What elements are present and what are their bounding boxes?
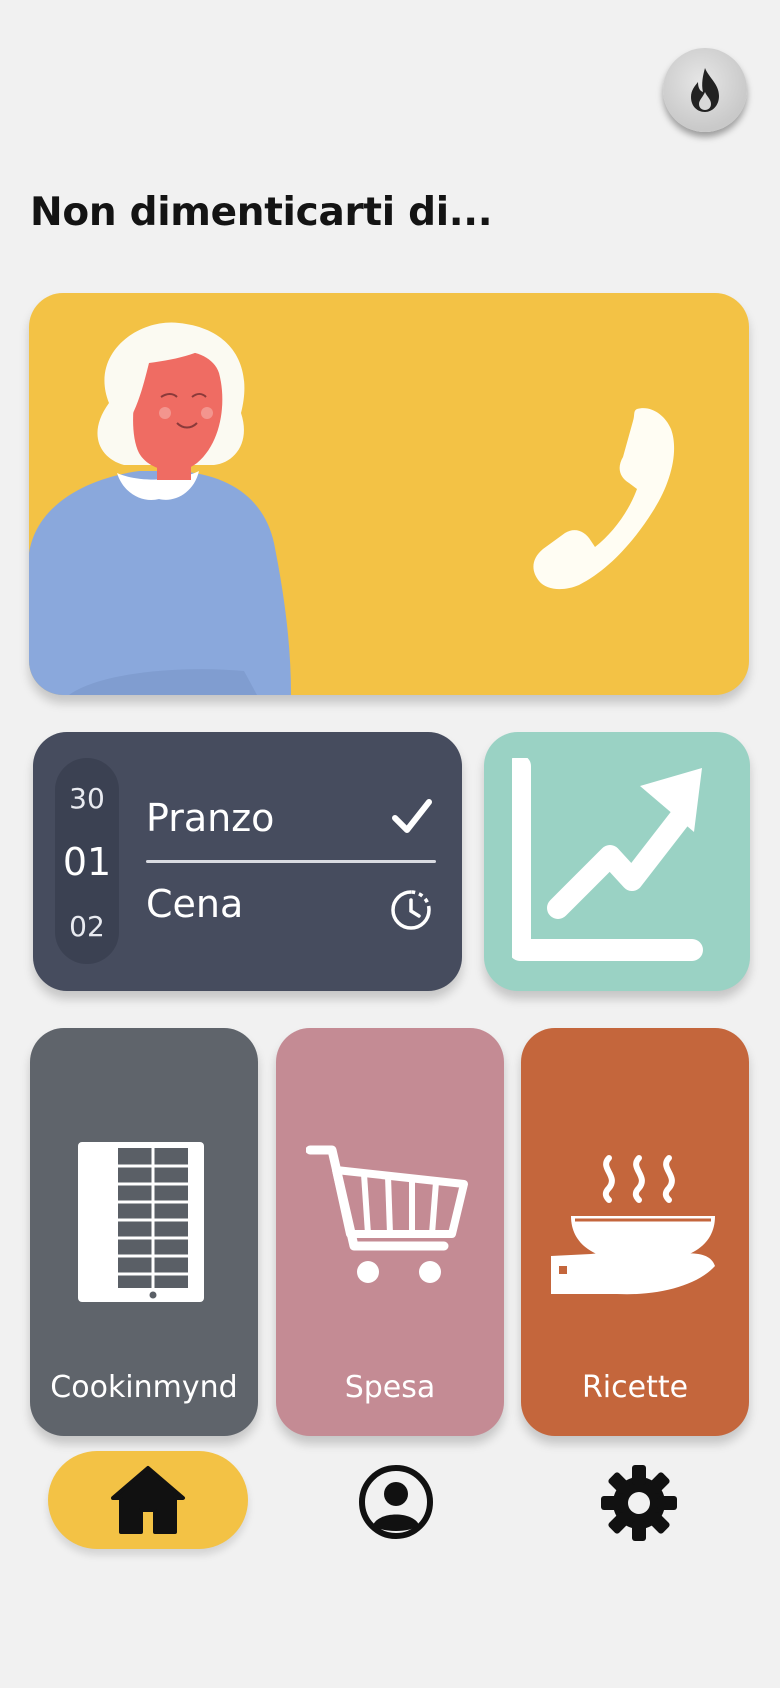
tile-ricette[interactable]: Ricette — [521, 1028, 749, 1436]
tile-label-ricette: Ricette — [581, 1370, 689, 1405]
meal-label-dinner: Cena — [146, 882, 244, 926]
tile-label-cookinmynd: Cookinmynd — [50, 1370, 238, 1405]
tile-spesa[interactable]: Spesa — [276, 1028, 504, 1436]
date-prev[interactable]: 30 — [55, 782, 119, 815]
nav-settings-button[interactable] — [598, 1462, 680, 1544]
tablet-icon — [78, 1142, 204, 1302]
nav-profile-button[interactable] — [356, 1462, 436, 1542]
phone-icon[interactable] — [529, 403, 689, 593]
page-title: Non dimenticarti di... — [30, 190, 493, 235]
meal-tracker-card[interactable]: 30 01 02 Pranzo Cena — [33, 732, 462, 991]
flame-button[interactable] — [663, 48, 747, 132]
serving-dish-icon — [551, 1155, 715, 1295]
tile-cookinmynd[interactable]: Cookinmynd — [30, 1028, 258, 1436]
progress-stats-card[interactable] — [484, 732, 750, 991]
tile-label-spesa: Spesa — [344, 1370, 436, 1405]
grandmother-illustration — [29, 322, 291, 695]
shopping-cart-icon — [306, 1145, 468, 1283]
meal-divider — [146, 860, 436, 863]
call-reminder-card[interactable] — [29, 293, 749, 695]
settings-gear-icon — [601, 1465, 677, 1541]
flame-icon — [691, 68, 719, 112]
checkmark-icon — [392, 799, 432, 833]
nav-home-button[interactable] — [48, 1451, 248, 1549]
clock-icon — [391, 890, 431, 930]
date-picker[interactable]: 30 01 02 — [55, 758, 119, 964]
meal-label-lunch: Pranzo — [146, 796, 275, 840]
date-selected[interactable]: 01 — [55, 840, 119, 884]
user-profile-icon — [359, 1465, 433, 1539]
trending-up-chart-icon — [512, 758, 703, 961]
date-next[interactable]: 02 — [55, 910, 119, 943]
home-icon — [111, 1466, 185, 1534]
